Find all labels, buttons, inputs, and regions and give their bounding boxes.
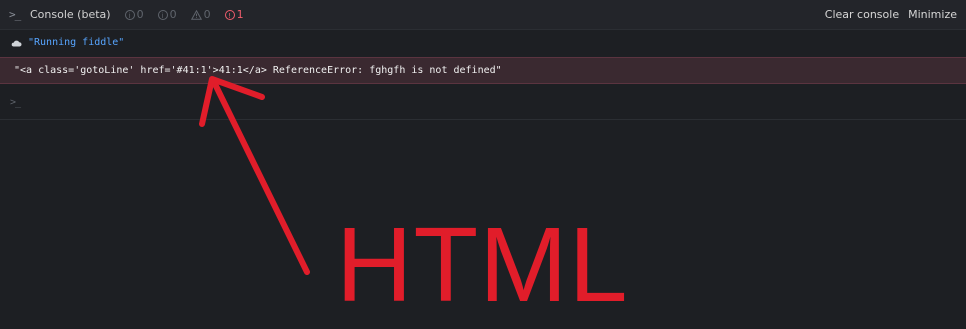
warning-counter[interactable]: 0 xyxy=(190,8,211,21)
info-circle-icon: i xyxy=(124,9,135,20)
minimize-button[interactable]: Minimize xyxy=(908,8,957,21)
console-panel: >_ Console (beta) i 0 i 0 0 ! 1 Clear co… xyxy=(0,0,966,329)
annotation-label: HTML xyxy=(336,206,629,324)
warning-triangle-icon xyxy=(190,9,202,20)
cloud-icon xyxy=(11,40,22,46)
info-circle-icon: i xyxy=(157,9,168,20)
console-header: >_ Console (beta) i 0 i 0 0 ! 1 Clear co… xyxy=(0,0,966,30)
log-count: 0 xyxy=(136,8,144,21)
console-title: Console (beta) xyxy=(30,8,111,21)
console-row-error: "<a class='gotoLine' href='#41:1'>41:1</… xyxy=(0,57,966,84)
error-counter[interactable]: ! 1 xyxy=(224,8,244,21)
header-actions: Clear console Minimize xyxy=(825,8,966,21)
info-count: 0 xyxy=(169,8,177,21)
info-message: "Running fiddle" xyxy=(28,37,125,48)
input-prompt-icon: >_ xyxy=(10,97,21,108)
console-row-info: "Running fiddle" xyxy=(0,30,966,55)
terminal-prompt-icon: >_ xyxy=(9,8,21,21)
error-circle-icon: ! xyxy=(224,9,235,20)
log-counter[interactable]: i 0 xyxy=(124,8,144,21)
console-input-row[interactable]: >_ xyxy=(0,86,966,120)
warning-count: 0 xyxy=(203,8,211,21)
error-count: 1 xyxy=(236,8,244,21)
error-message: "<a class='gotoLine' href='#41:1'>41:1</… xyxy=(14,65,502,76)
info-counter[interactable]: i 0 xyxy=(157,8,177,21)
clear-console-button[interactable]: Clear console xyxy=(825,8,899,21)
